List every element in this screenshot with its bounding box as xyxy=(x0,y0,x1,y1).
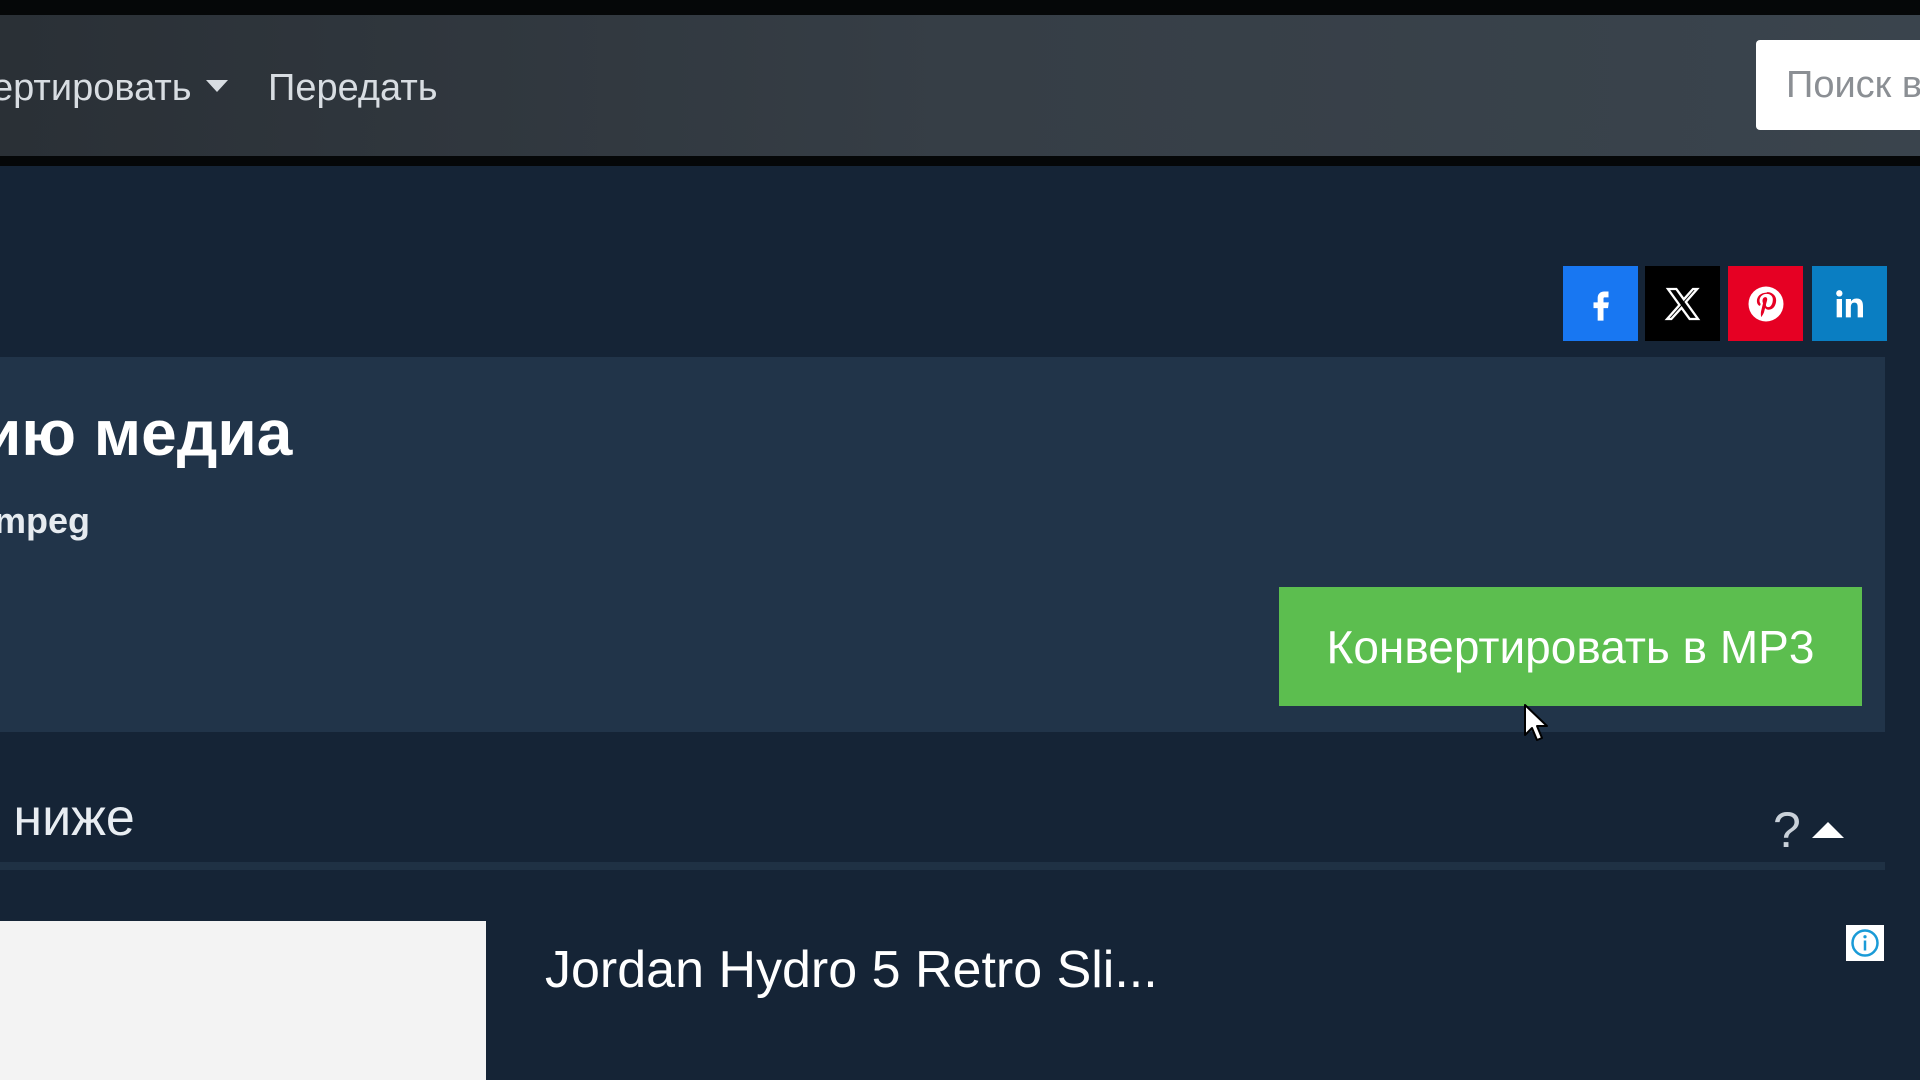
chevron-up-icon[interactable] xyxy=(1812,822,1844,838)
pinterest-icon xyxy=(1748,286,1783,321)
pinterest-share-button[interactable] xyxy=(1728,266,1803,341)
help-icon[interactable]: ? xyxy=(1773,800,1801,860)
ad-info-icon[interactable] xyxy=(1846,925,1884,961)
page-subtitle: mpeg xyxy=(0,500,91,541)
top-bar-edge xyxy=(0,0,1920,15)
convert-to-mp3-button[interactable]: Конвертировать в MP3 xyxy=(1279,587,1862,706)
caret-down-icon[interactable] xyxy=(206,80,228,92)
page: ертировать Передать ию медиа mpeg Конвер… xyxy=(0,0,1920,1080)
mouse-pointer-icon xyxy=(1524,704,1548,741)
linkedin-share-button[interactable] xyxy=(1812,266,1887,341)
section-title: о ниже xyxy=(0,789,135,847)
linkedin-icon xyxy=(1835,289,1863,317)
page-title: ию медиа xyxy=(0,397,293,469)
search-input[interactable] xyxy=(1756,40,1920,130)
ad-title-link[interactable]: Jordan Hydro 5 Retro Sli... xyxy=(545,940,1158,1000)
x-share-button[interactable] xyxy=(1645,266,1720,341)
info-icon xyxy=(1851,929,1879,957)
section-divider xyxy=(0,862,1885,870)
facebook-share-button[interactable] xyxy=(1563,266,1638,341)
ad-image[interactable] xyxy=(0,921,486,1080)
facebook-icon xyxy=(1593,291,1609,321)
navbar-divider xyxy=(0,156,1920,166)
nav-transfer-link[interactable]: Передать xyxy=(268,66,438,110)
nav-convert-dropdown[interactable]: ертировать xyxy=(0,66,192,110)
x-icon xyxy=(1664,287,1700,320)
